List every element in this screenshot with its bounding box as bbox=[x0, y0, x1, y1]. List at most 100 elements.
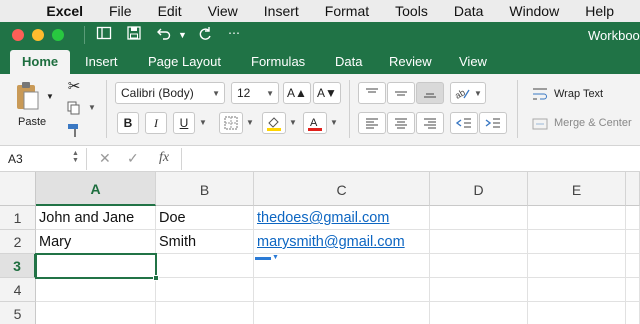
tab-review[interactable]: Review bbox=[389, 54, 432, 69]
menu-window[interactable]: Window bbox=[509, 3, 559, 19]
increase-indent-icon[interactable] bbox=[479, 112, 507, 134]
cell-d5[interactable] bbox=[430, 302, 528, 324]
font-color-icon[interactable]: A bbox=[303, 112, 327, 134]
wrap-text-icon[interactable] bbox=[530, 86, 550, 102]
text-orientation-icon[interactable]: ab ▼ bbox=[450, 82, 486, 104]
align-top-icon[interactable] bbox=[358, 82, 386, 104]
cell-a2[interactable]: Mary bbox=[36, 230, 156, 254]
undo-dropdown-icon[interactable]: ▼ bbox=[178, 30, 187, 40]
column-header-d[interactable]: D bbox=[430, 172, 528, 206]
cell-c5[interactable] bbox=[254, 302, 430, 324]
cell-f4[interactable] bbox=[626, 278, 640, 302]
sidebar-toggle-icon[interactable] bbox=[96, 25, 112, 46]
wrap-text-button[interactable]: Wrap Text bbox=[554, 88, 603, 100]
font-size-select[interactable]: 12 ▼ bbox=[231, 82, 279, 104]
cell-b5[interactable] bbox=[156, 302, 254, 324]
cell-f2[interactable] bbox=[626, 230, 640, 254]
more-commands-icon[interactable]: ⋯ bbox=[228, 26, 240, 40]
row-header-5[interactable]: 5 bbox=[0, 302, 36, 324]
column-header-a[interactable]: A bbox=[36, 172, 156, 206]
column-header-c[interactable]: C bbox=[254, 172, 430, 206]
save-icon[interactable] bbox=[126, 25, 142, 46]
row-header-4[interactable]: 4 bbox=[0, 278, 36, 302]
tab-page-layout[interactable]: Page Layout bbox=[148, 54, 221, 69]
cell-f5[interactable] bbox=[626, 302, 640, 324]
cell-d4[interactable] bbox=[430, 278, 528, 302]
column-header-f[interactable] bbox=[626, 172, 640, 206]
cut-icon[interactable]: ✂ bbox=[64, 76, 84, 96]
menu-tools[interactable]: Tools bbox=[395, 3, 428, 19]
tab-formulas[interactable]: Formulas bbox=[251, 54, 305, 69]
fill-handle[interactable] bbox=[153, 275, 159, 281]
cell-e1[interactable] bbox=[528, 206, 626, 230]
menu-data[interactable]: Data bbox=[454, 3, 484, 19]
cell-e3[interactable] bbox=[528, 254, 626, 278]
cell-e5[interactable] bbox=[528, 302, 626, 324]
tab-data[interactable]: Data bbox=[335, 54, 362, 69]
cell-f3[interactable] bbox=[626, 254, 640, 278]
menu-view[interactable]: View bbox=[208, 3, 238, 19]
cell-a1[interactable]: John and Jane bbox=[36, 206, 156, 230]
align-left-icon[interactable] bbox=[358, 112, 386, 134]
cell-b2[interactable]: Smith bbox=[156, 230, 254, 254]
bold-button[interactable]: B bbox=[117, 112, 139, 134]
fill-color-dropdown-icon[interactable]: ▼ bbox=[289, 118, 297, 127]
borders-icon[interactable] bbox=[219, 112, 243, 134]
merge-center-icon[interactable] bbox=[530, 116, 550, 132]
tab-view[interactable]: View bbox=[459, 54, 487, 69]
align-middle-icon[interactable] bbox=[387, 82, 415, 104]
menu-insert[interactable]: Insert bbox=[264, 3, 299, 19]
column-header-e[interactable]: E bbox=[528, 172, 626, 206]
close-window-button[interactable] bbox=[12, 29, 24, 41]
menu-edit[interactable]: Edit bbox=[158, 3, 182, 19]
menu-file[interactable]: File bbox=[109, 3, 132, 19]
autocorrect-dropdown-icon[interactable]: ▼ bbox=[272, 254, 279, 261]
autocorrect-options-icon[interactable] bbox=[255, 257, 271, 260]
minimize-window-button[interactable] bbox=[32, 29, 44, 41]
row-header-2[interactable]: 2 bbox=[0, 230, 36, 254]
paste-icon[interactable] bbox=[10, 78, 44, 114]
select-all-corner[interactable] bbox=[0, 172, 36, 206]
font-color-dropdown-icon[interactable]: ▼ bbox=[330, 118, 338, 127]
paste-dropdown-icon[interactable]: ▼ bbox=[46, 92, 54, 101]
cell-a4[interactable] bbox=[36, 278, 156, 302]
cell-d2[interactable] bbox=[430, 230, 528, 254]
row-header-1[interactable]: 1 bbox=[0, 206, 36, 230]
align-right-icon[interactable] bbox=[416, 112, 444, 134]
borders-dropdown-icon[interactable]: ▼ bbox=[246, 118, 254, 127]
tab-insert[interactable]: Insert bbox=[85, 54, 118, 69]
tab-home[interactable]: Home bbox=[10, 50, 71, 74]
underline-button[interactable]: U bbox=[173, 112, 195, 134]
confirm-entry-icon[interactable]: ✓ bbox=[127, 150, 139, 167]
cell-d3[interactable] bbox=[430, 254, 528, 278]
cell-c4[interactable] bbox=[254, 278, 430, 302]
cell-c1[interactable]: thedoes@gmail.com bbox=[254, 206, 430, 230]
menu-format[interactable]: Format bbox=[325, 3, 369, 19]
cell-c3[interactable] bbox=[254, 254, 430, 278]
column-header-b[interactable]: B bbox=[156, 172, 254, 206]
cell-b1[interactable]: Doe bbox=[156, 206, 254, 230]
row-header-3[interactable]: 3 bbox=[0, 254, 36, 278]
insert-function-button[interactable]: fx bbox=[159, 150, 169, 166]
cell-e2[interactable] bbox=[528, 230, 626, 254]
italic-button[interactable]: I bbox=[145, 112, 167, 134]
decrease-font-size-button[interactable]: A▼ bbox=[313, 82, 341, 104]
name-box-stepper-icon[interactable]: ▲ ▼ bbox=[72, 150, 79, 164]
decrease-indent-icon[interactable] bbox=[450, 112, 478, 134]
merge-center-button[interactable]: Merge & Center bbox=[554, 117, 632, 129]
format-painter-icon[interactable] bbox=[64, 120, 84, 140]
cancel-entry-icon[interactable]: ✕ bbox=[99, 150, 111, 167]
cell-a5[interactable] bbox=[36, 302, 156, 324]
menu-help[interactable]: Help bbox=[585, 3, 614, 19]
increase-font-size-button[interactable]: A▲ bbox=[283, 82, 311, 104]
cell-f1[interactable] bbox=[626, 206, 640, 230]
copy-dropdown-icon[interactable]: ▼ bbox=[88, 103, 96, 112]
align-center-icon[interactable] bbox=[387, 112, 415, 134]
font-name-select[interactable]: Calibri (Body) ▼ bbox=[115, 82, 225, 104]
cell-e4[interactable] bbox=[528, 278, 626, 302]
redo-icon[interactable] bbox=[198, 25, 214, 46]
fill-color-icon[interactable] bbox=[262, 112, 286, 134]
active-cell-a3[interactable] bbox=[35, 253, 157, 279]
align-bottom-icon[interactable] bbox=[416, 82, 444, 104]
underline-dropdown-icon[interactable]: ▼ bbox=[199, 118, 207, 127]
